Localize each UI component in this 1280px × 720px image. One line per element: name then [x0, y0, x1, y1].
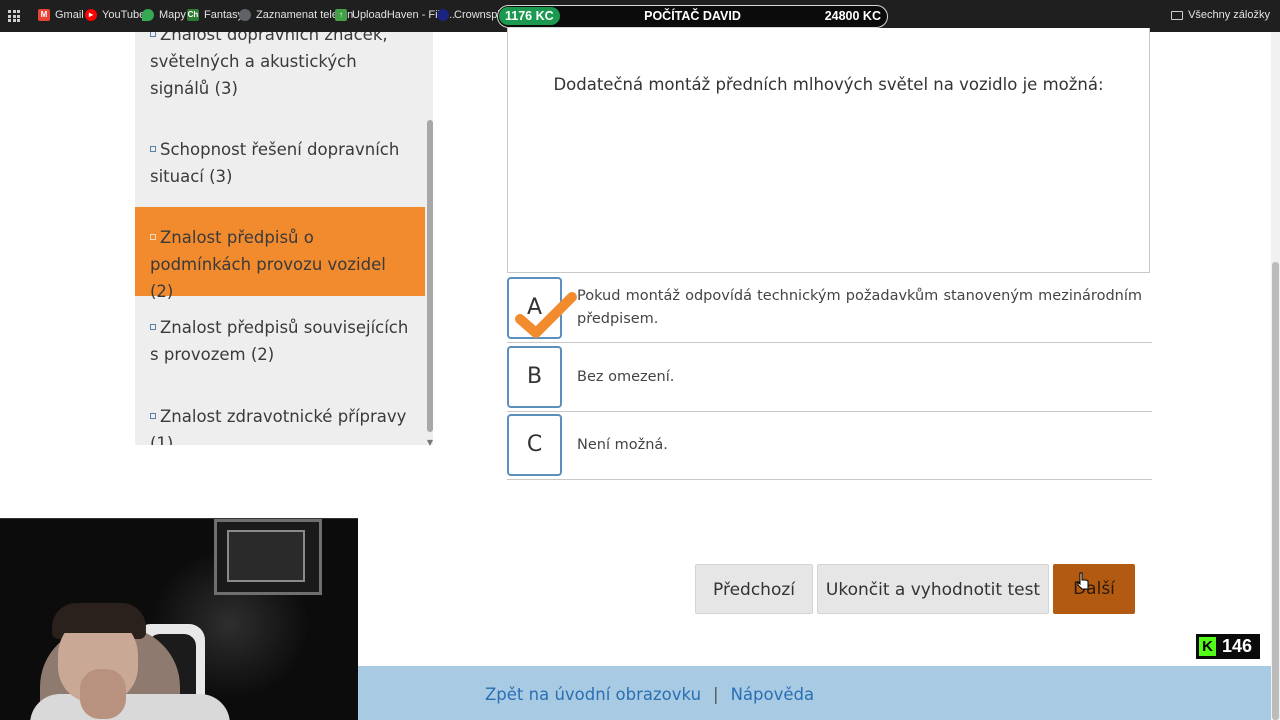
- apps-grid-icon[interactable]: [8, 10, 20, 22]
- gmail-icon: M: [38, 9, 50, 21]
- bullet-icon: [150, 146, 156, 152]
- previous-button[interactable]: Předchozí: [695, 564, 813, 614]
- answer-option-c[interactable]: C Není možná.: [507, 413, 1152, 480]
- question-text: Dodatečná montáž předních mlhových světe…: [553, 75, 1104, 94]
- kick-viewer-badge: K 146: [1196, 634, 1260, 659]
- kick-logo-icon: K: [1199, 637, 1216, 656]
- webcam-person-shirt: [30, 694, 230, 720]
- sidebar-scroll-thumb[interactable]: [427, 120, 433, 432]
- sidebar-scrollbar[interactable]: ▼: [426, 32, 434, 447]
- webcam-person-hand: [80, 669, 126, 719]
- bookmark-youtube[interactable]: ▸ YouTube: [85, 9, 145, 21]
- sidebar-item-vehicle-operation[interactable]: Znalost předpisů o podmínkách provozu vo…: [135, 207, 425, 301]
- bullet-icon: [150, 32, 156, 37]
- page-scroll-thumb[interactable]: [1272, 262, 1279, 720]
- hand-cursor-icon: [1077, 572, 1089, 590]
- answer-option-a[interactable]: A Pokud montáž odpovídá technickým požad…: [507, 277, 1152, 343]
- sidebar-item-label: Znalost předpisů o podmínkách provozu vo…: [150, 228, 386, 301]
- footer-bar: Zpět na úvodní obrazovku | Nápověda: [358, 666, 1272, 720]
- sidebar-item-label: Znalost předpisů souvisejících s provoze…: [150, 318, 409, 364]
- answer-letter-button[interactable]: C: [507, 414, 562, 476]
- all-bookmarks[interactable]: Všechny záložky: [1171, 9, 1270, 21]
- sidebar-item-label: Znalost dopravních značek, světelných a …: [150, 32, 388, 98]
- folder-icon: [1171, 10, 1184, 20]
- globe-icon: [239, 9, 251, 21]
- footer-links: Zpět na úvodní obrazovku | Nápověda: [485, 685, 814, 704]
- bookmark-label: YouTube: [102, 9, 146, 21]
- answer-option-b[interactable]: B Bez omezení.: [507, 345, 1152, 412]
- webcam-window-pane: [227, 530, 305, 582]
- uploadhaven-icon: ↑: [335, 9, 347, 21]
- youtube-icon: ▸: [85, 9, 97, 21]
- stream-overlay-right: 24800 KC: [824, 9, 881, 23]
- all-bookmarks-label: Všechny záložky: [1188, 9, 1270, 21]
- footer-separator: |: [713, 685, 719, 704]
- sidebar-item-traffic-signs[interactable]: Znalost dopravních značek, světelných a …: [135, 32, 425, 101]
- bullet-icon: [150, 234, 156, 240]
- maps-icon: [142, 9, 154, 21]
- bookmark-gmail[interactable]: M Gmail: [38, 9, 84, 21]
- finish-test-button[interactable]: Ukončit a vyhodnotit test: [817, 564, 1049, 614]
- answer-text: Pokud montáž odpovídá technickým požadav…: [577, 288, 1142, 327]
- bookmark-mapy[interactable]: Mapy: [142, 9, 186, 21]
- sidebar-item-related-regulations[interactable]: Znalost předpisů souvisejících s provoze…: [135, 314, 425, 374]
- stream-overlay-bar: 1176 KC POČÍTAČ DAVID 24800 KC: [497, 5, 888, 28]
- sidebar-item-label: Znalost zdravotnické přípravy (1): [150, 407, 407, 445]
- bullet-icon: [150, 324, 156, 330]
- viewer-count: 146: [1222, 636, 1253, 656]
- webcam-overlay: [0, 518, 358, 720]
- fantasy-icon: Ch: [187, 9, 199, 21]
- page-scrollbar[interactable]: [1271, 32, 1280, 720]
- answer-text: Není možná.: [577, 437, 668, 453]
- bookmark-label: Fantasy: [204, 9, 244, 21]
- sidebar-item-first-aid[interactable]: Znalost zdravotnické přípravy (1): [135, 403, 425, 445]
- scroll-down-arrow-icon[interactable]: ▼: [426, 439, 434, 447]
- bookmark-label: Mapy: [159, 9, 186, 21]
- checkmark-icon: [515, 292, 577, 338]
- home-link[interactable]: Zpět na úvodní obrazovku: [485, 685, 701, 704]
- webcam-background-window: [214, 519, 322, 595]
- answer-letter-button[interactable]: B: [507, 346, 562, 408]
- sidebar-item-label: Schopnost řešení dopravních situací (3): [150, 140, 400, 186]
- sidebar-item-traffic-situations[interactable]: Schopnost řešení dopravních situací (3): [135, 136, 425, 196]
- answer-text: Bez omezení.: [577, 369, 675, 385]
- next-button[interactable]: Další: [1053, 564, 1135, 614]
- question-panel: Dodatečná montáž předních mlhových světe…: [507, 28, 1150, 273]
- bookmark-label: Gmail: [55, 9, 84, 21]
- webcam-person-hair-front: [52, 603, 146, 633]
- category-sidebar: Znalost dopravních značek, světelných a …: [135, 32, 433, 445]
- bullet-icon: [150, 413, 156, 419]
- help-link[interactable]: Nápověda: [731, 685, 815, 704]
- bookmark-fantasy[interactable]: Ch Fantasy: [187, 9, 243, 21]
- crownspin-icon: [437, 9, 449, 21]
